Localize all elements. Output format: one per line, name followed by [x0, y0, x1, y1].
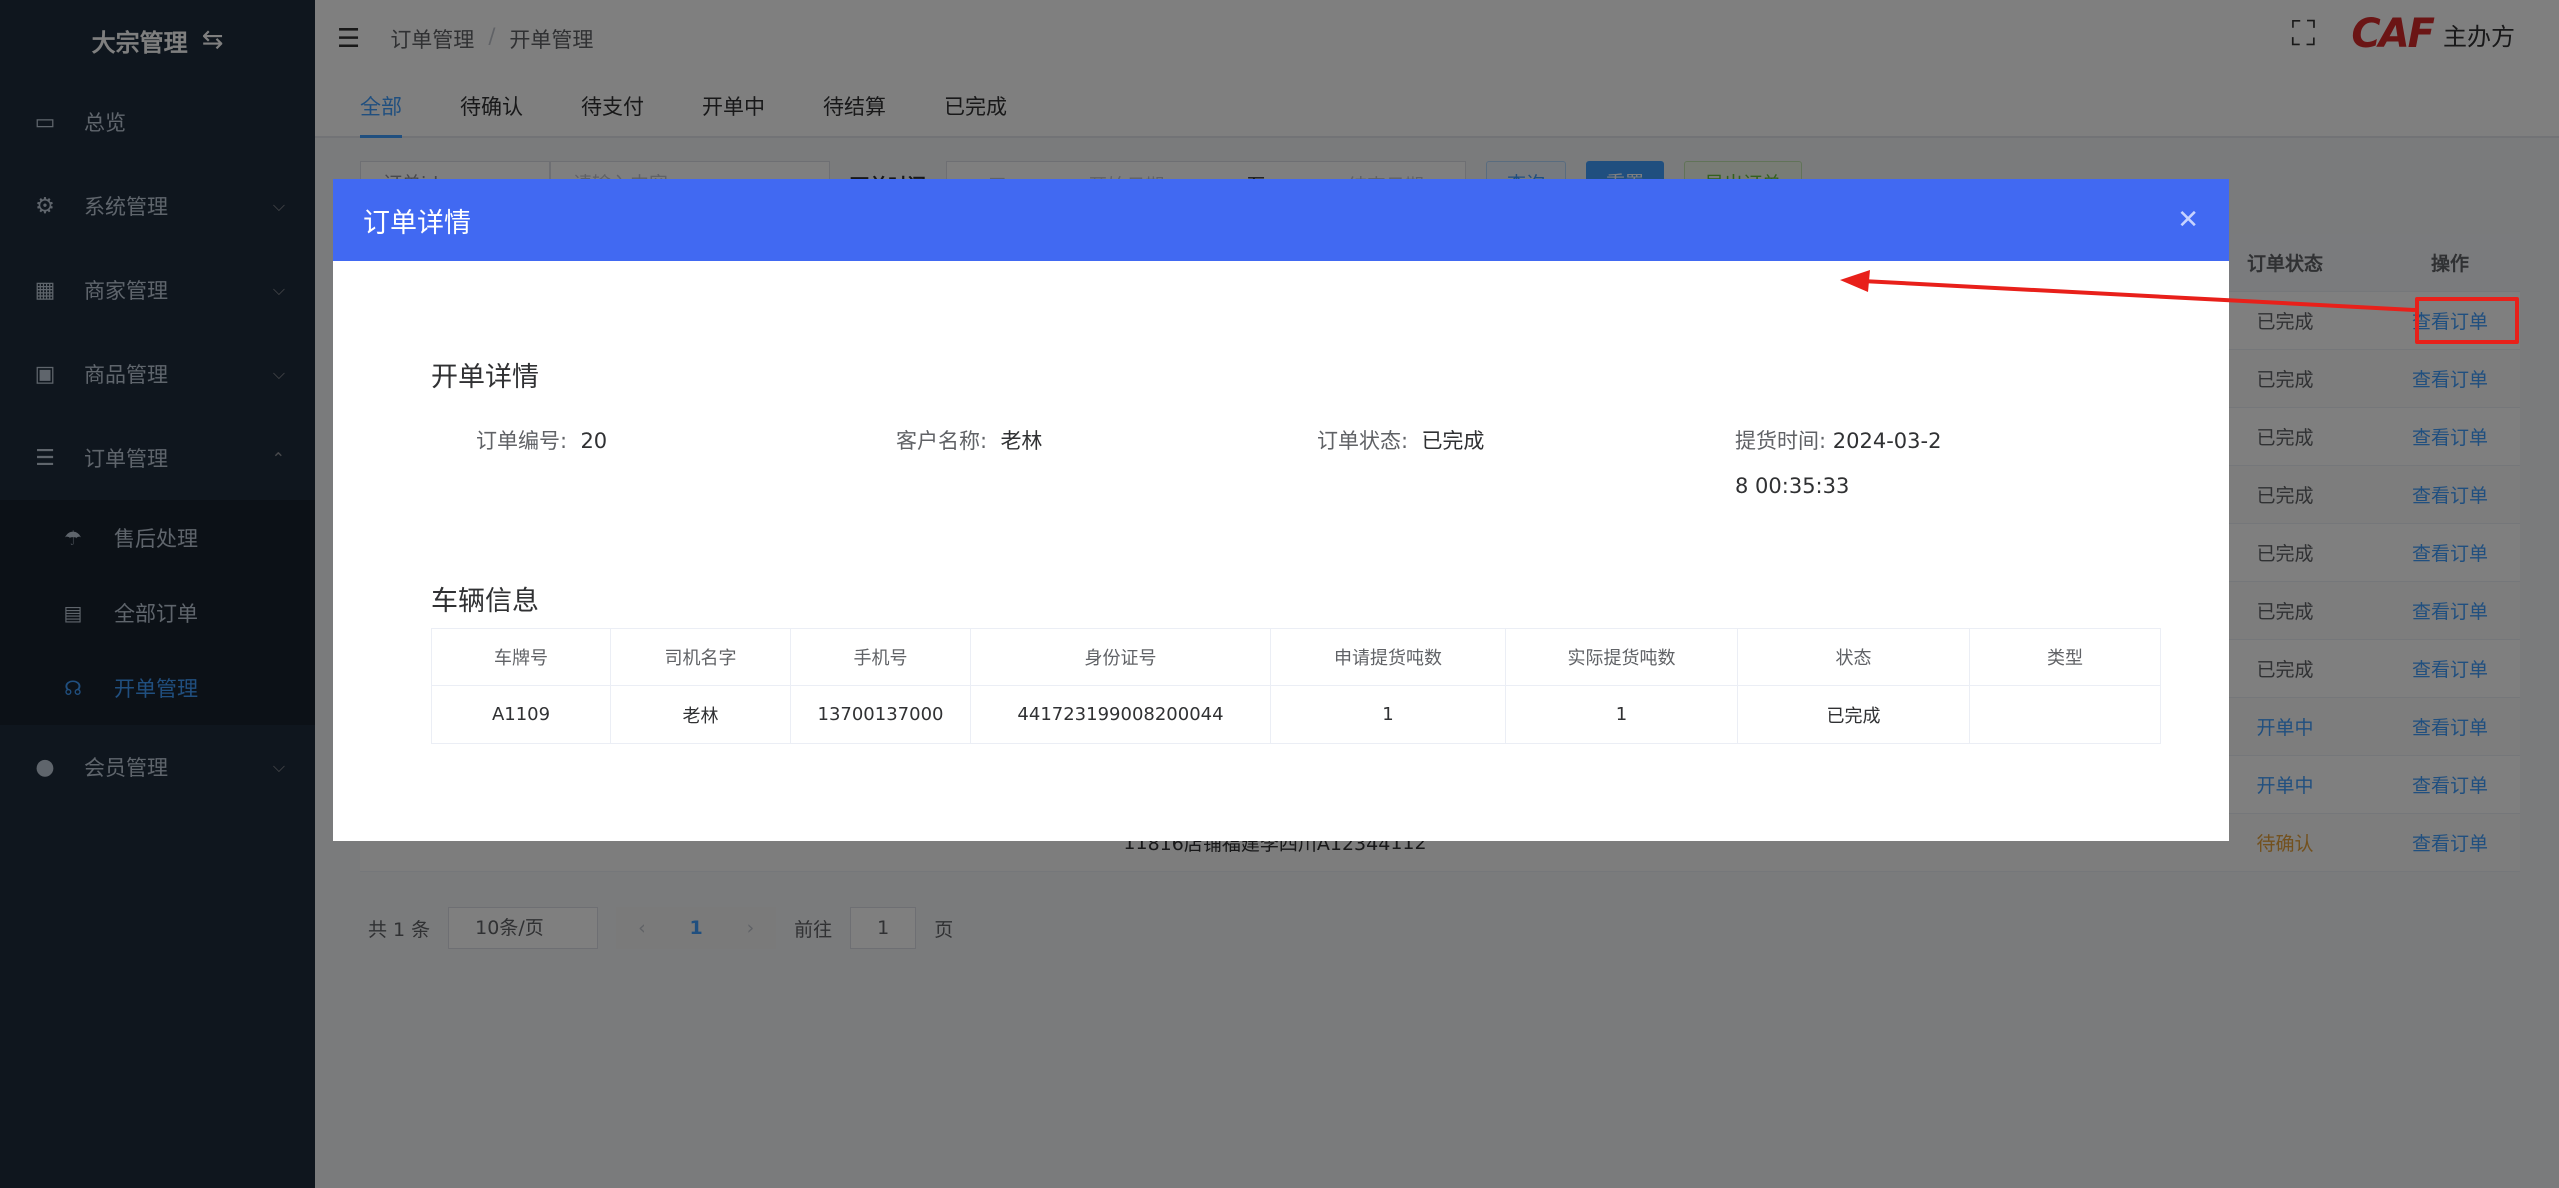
- vehicle-table-body: A1109 老林 13700137000 441723199008200044 1 1 已完…: [431, 686, 2161, 744]
- cell-phone: 13700137000: [791, 686, 971, 743]
- column-header-driver: 司机名字: [611, 629, 791, 685]
- vehicle-table-header: 车牌号 司机名字 手机号 身份证号 申请提货吨数 实际提货吨数 状态 类型: [431, 629, 2161, 686]
- cell-id-card: 441723199008200044: [971, 686, 1271, 743]
- customer-value: 老林: [1000, 429, 1043, 453]
- cell-status: 已完成: [1738, 686, 1970, 743]
- pickup-time-label: 提货时间:: [1735, 429, 1827, 453]
- column-header-type: 类型: [1970, 629, 2161, 685]
- cell-type: [1970, 686, 2161, 743]
- column-header-phone: 手机号: [791, 629, 971, 685]
- order-status-value: 已完成: [1421, 429, 1485, 453]
- pickup-time-field: 提货时间: 2024-03-28 00:35:33: [1735, 419, 1945, 509]
- annotation-highlight-box: [2415, 297, 2519, 344]
- column-header-status: 状态: [1738, 629, 1970, 685]
- order-status-field: 订单状态: 已完成: [1317, 419, 1484, 464]
- close-icon[interactable]: ✕: [2177, 205, 2199, 235]
- order-number-value: 20: [580, 429, 608, 453]
- billing-detail-title: 开单详情: [431, 362, 539, 393]
- order-status-label: 订单状态:: [1317, 429, 1409, 453]
- column-header-plate: 车牌号: [431, 629, 611, 685]
- order-number-label: 订单编号:: [476, 429, 568, 453]
- customer-label: 客户名称:: [896, 429, 988, 453]
- cell-driver: 老林: [611, 686, 791, 743]
- cell-actual-tons: 1: [1506, 686, 1738, 743]
- vehicle-table: 车牌号 司机名字 手机号 身份证号 申请提货吨数 实际提货吨数 状态 类型 A1109 老林 13…: [431, 628, 2161, 744]
- column-header-id-card: 身份证号: [971, 629, 1271, 685]
- cell-plate: A1109: [431, 686, 611, 743]
- modal-title: 订单详情: [363, 207, 471, 239]
- vehicle-info-title: 车辆信息: [431, 586, 539, 617]
- modal-header: 订单详情 ✕: [333, 179, 2229, 261]
- table-row: A1109 老林 13700137000 441723199008200044 1 1 已完…: [431, 686, 2161, 744]
- cell-apply-tons: 1: [1271, 686, 1506, 743]
- column-header-actual-tons: 实际提货吨数: [1506, 629, 1738, 685]
- customer-field: 客户名称: 老林: [896, 419, 1042, 464]
- order-number-field: 订单编号: 20: [476, 419, 607, 464]
- order-detail-modal: 订单详情 ✕ 开单详情 订单编号: 20 客户名称: 老林 订单状态: 已完成 …: [333, 179, 2229, 841]
- column-header-apply-tons: 申请提货吨数: [1271, 629, 1506, 685]
